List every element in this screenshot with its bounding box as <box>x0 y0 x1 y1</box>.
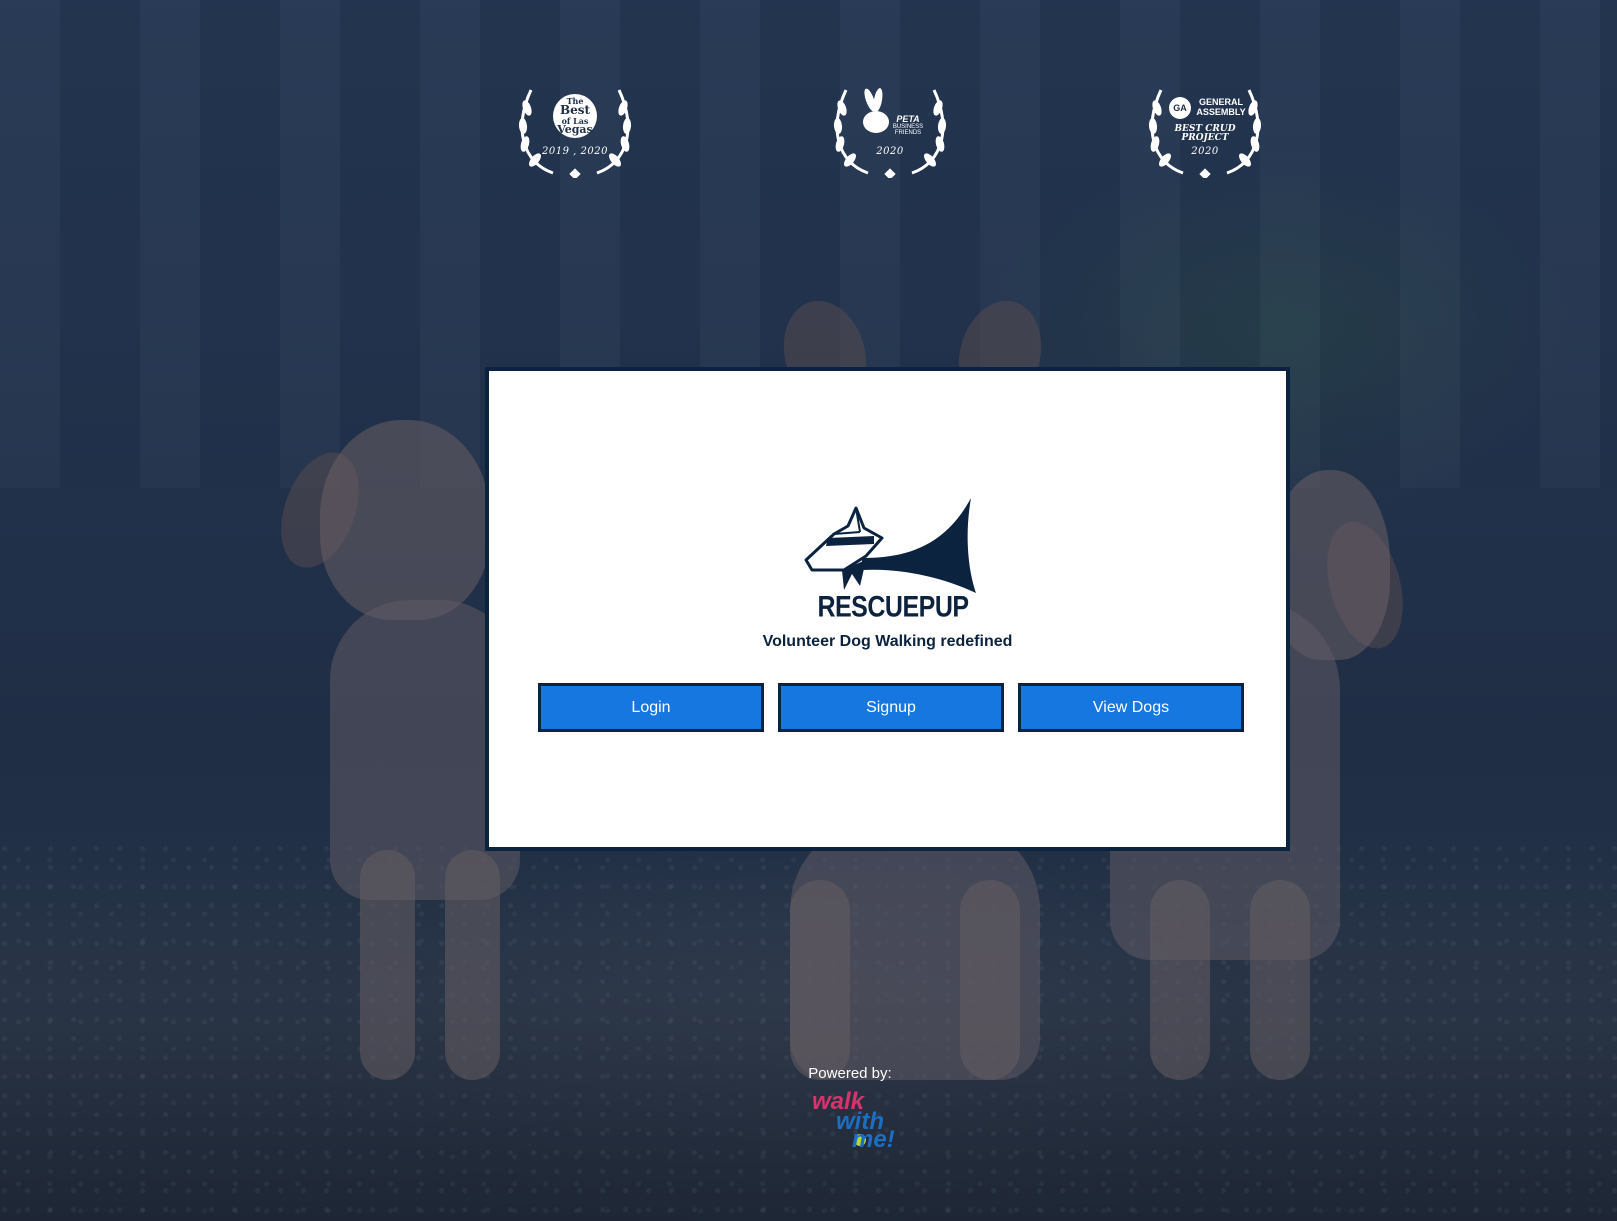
award-2-peta: PETA <box>896 114 920 124</box>
award-3-assembly: ASSEMBLY <box>1196 107 1246 117</box>
award-3-year: 2020 <box>1191 146 1219 157</box>
powered-by-label: Powered by: <box>808 1065 892 1082</box>
award-1-year: 2019 , 2020 <box>542 146 608 157</box>
ga-mark: GA <box>1173 103 1187 113</box>
walk-with-me-word-me: me! <box>852 1126 895 1153</box>
award-badge-las-vegas: The Best of Las Vegas 2019 , 2020 <box>513 78 637 178</box>
award-2-friends: FRIENDS <box>894 130 922 136</box>
walk-with-me-logo: walk with me! <box>812 1090 912 1153</box>
award-badge-general-assembly: GA GENERAL ASSEMBLY BEST CRUD PROJECT 20… <box>1143 78 1267 178</box>
welcome-card: RESCUEPUP Volunteer Dog Walking redefine… <box>485 367 1290 851</box>
signup-button[interactable]: Signup <box>778 683 1004 732</box>
login-button[interactable]: Login <box>538 683 764 732</box>
award-badge-peta: PETA BUSINESS FRIENDS 2020 <box>828 78 952 178</box>
brand-name: RESCUEPUP <box>817 590 969 624</box>
tagline: Volunteer Dog Walking redefined <box>762 633 1013 650</box>
view-dogs-button[interactable]: View Dogs <box>1018 683 1244 732</box>
landing-page: The Best of Las Vegas 2019 , 2020 PETA B… <box>0 0 1617 1221</box>
award-2-year: 2020 <box>876 146 904 157</box>
dog-head-logo-icon <box>804 498 976 593</box>
award-3-project: PROJECT <box>1181 133 1229 143</box>
award-3-general: GENERAL <box>1198 97 1243 107</box>
award-1-vegas: Vegas <box>557 123 593 136</box>
rescuepup-logo: RESCUEPUP <box>804 498 982 624</box>
award-1-best: Best <box>559 103 591 117</box>
